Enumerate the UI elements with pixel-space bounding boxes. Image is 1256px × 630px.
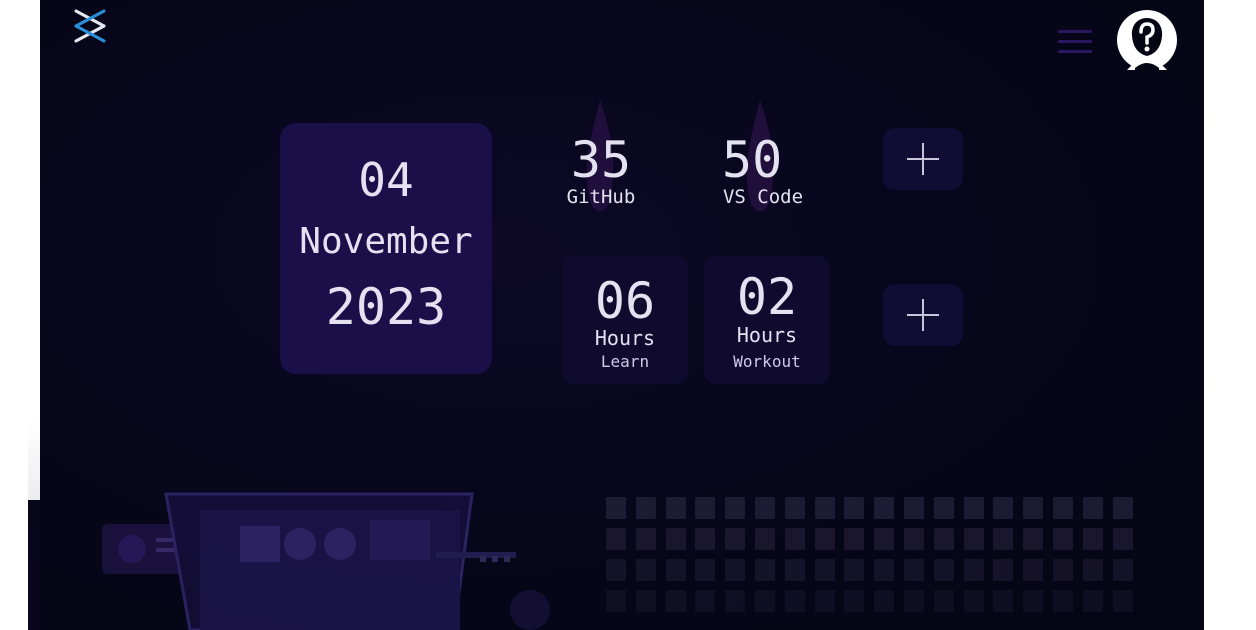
activity-cell — [874, 559, 895, 581]
activity-cell — [904, 559, 924, 581]
date-year: 2023 — [325, 278, 447, 336]
workout-hours-card: 02 Hours Workout — [704, 256, 830, 384]
dashboard: 04 November 2023 35 GitHub 50 VS Code 06… — [40, 0, 1204, 630]
workout-hours-value: 02 — [736, 268, 798, 326]
activity-cell — [755, 590, 775, 612]
activity-cell — [1053, 559, 1073, 581]
activity-cell — [725, 590, 746, 612]
x-logo-icon[interactable] — [70, 8, 110, 44]
activity-cell — [1053, 590, 1073, 612]
activity-cell — [755, 497, 775, 519]
question-mark-avatar-icon[interactable] — [1115, 8, 1179, 74]
activity-cell — [1023, 528, 1044, 550]
activity-cell — [814, 497, 835, 519]
learn-hours-unit: Hours — [594, 326, 656, 350]
activity-cell — [1082, 590, 1103, 612]
github-stat-value: 35 — [570, 131, 632, 189]
activity-cell — [904, 528, 924, 550]
activity-cell — [635, 559, 656, 581]
activity-cell — [814, 528, 835, 550]
learn-hours-card: 06 Hours Learn — [562, 256, 688, 384]
activity-cell — [695, 559, 716, 581]
activity-cell — [993, 559, 1014, 581]
date-day: 04 — [358, 153, 414, 207]
activity-cell — [844, 590, 865, 612]
activity-cell — [904, 497, 924, 519]
activity-cell — [665, 590, 686, 612]
activity-cell — [695, 528, 716, 550]
vscode-stat: 50 VS Code — [716, 134, 810, 208]
activity-cell — [606, 497, 626, 519]
activity-cell — [904, 590, 924, 612]
activity-cell — [1112, 590, 1133, 612]
workout-hours-unit: Hours — [736, 323, 798, 347]
activity-cell — [606, 528, 626, 550]
right-page-strip — [1204, 0, 1256, 630]
activity-cell — [635, 590, 656, 612]
activity-cell — [814, 559, 835, 581]
activity-cell — [1082, 497, 1103, 519]
activity-cell — [784, 497, 805, 519]
activity-cell — [933, 528, 954, 550]
vscode-stat-label: VS Code — [722, 186, 804, 208]
activity-cell — [933, 590, 954, 612]
activity-cell — [993, 590, 1014, 612]
activity-cell — [1053, 528, 1073, 550]
activity-cell — [665, 528, 686, 550]
activity-cell — [874, 590, 895, 612]
activity-cell — [963, 590, 984, 612]
activity-cell — [933, 497, 954, 519]
date-month: November — [299, 221, 473, 262]
activity-cell — [1053, 497, 1073, 519]
hamburger-menu-icon[interactable] — [1056, 28, 1094, 56]
activity-cell — [695, 497, 716, 519]
activity-cell — [933, 559, 954, 581]
activity-cell — [784, 590, 805, 612]
activity-cell — [874, 497, 895, 519]
activity-cell — [1082, 559, 1103, 581]
activity-cell — [725, 528, 746, 550]
activity-cell — [844, 497, 865, 519]
activity-cell — [874, 528, 895, 550]
activity-cell — [1023, 559, 1044, 581]
activity-grid — [606, 497, 1146, 630]
activity-cell — [963, 528, 984, 550]
activity-cell — [993, 497, 1014, 519]
activity-cell — [725, 559, 746, 581]
date-card: 04 November 2023 — [280, 123, 492, 374]
activity-cell — [665, 559, 686, 581]
laptop-illustration — [102, 492, 550, 630]
activity-cell — [963, 497, 984, 519]
activity-cell — [1112, 497, 1133, 519]
workout-hours-activity: Workout — [733, 352, 801, 371]
activity-cell — [963, 559, 984, 581]
activity-cell — [844, 559, 865, 581]
activity-cell — [1023, 497, 1044, 519]
activity-cell — [1112, 559, 1133, 581]
activity-cell — [606, 559, 626, 581]
activity-cell — [665, 497, 686, 519]
activity-cell — [784, 528, 805, 550]
activity-cell — [725, 497, 746, 519]
activity-cell — [844, 528, 865, 550]
github-stat: 35 GitHub — [560, 134, 642, 208]
github-stat-label: GitHub — [566, 186, 636, 208]
activity-cell — [814, 590, 835, 612]
vscode-stat-value: 50 — [722, 131, 783, 189]
activity-cell — [755, 528, 775, 550]
activity-cell — [695, 590, 716, 612]
activity-cell — [1112, 528, 1133, 550]
activity-cell — [606, 590, 626, 612]
add-hours-button[interactable] — [883, 284, 963, 346]
learn-hours-value: 06 — [594, 272, 656, 330]
activity-cell — [1023, 590, 1044, 612]
learn-hours-activity: Learn — [600, 352, 650, 371]
activity-cell — [993, 528, 1014, 550]
activity-cell — [635, 528, 656, 550]
activity-cell — [1082, 528, 1103, 550]
activity-cell — [784, 559, 805, 581]
activity-cell — [635, 497, 656, 519]
add-stat-button[interactable] — [883, 128, 963, 190]
activity-cell — [755, 559, 775, 581]
